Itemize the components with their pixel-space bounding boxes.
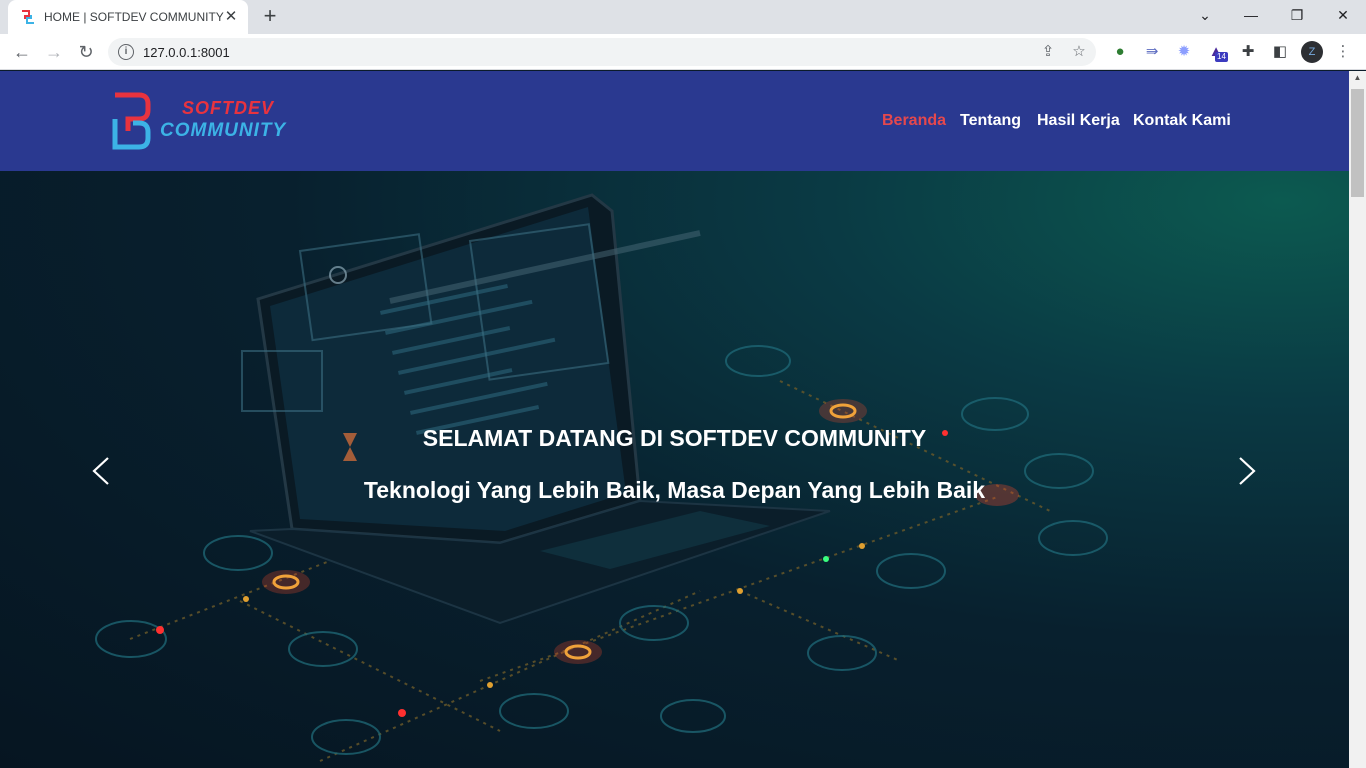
extension-globe-icon[interactable]: ● [1109, 41, 1131, 63]
site-logo[interactable]: SOFTDEV COMMUNITY [112, 92, 322, 152]
tab-title: HOME | SOFTDEV COMMUNITY [44, 10, 224, 24]
site-info-icon[interactable]: i [118, 44, 134, 60]
close-window-icon[interactable]: ✕ [1320, 0, 1366, 30]
extension-gear-icon[interactable]: ✹ [1173, 41, 1195, 63]
extension-cap-icon[interactable]: ▲14 [1205, 41, 1228, 63]
site-header: SOFTDEV COMMUNITY Beranda Tentang Hasil … [0, 71, 1349, 171]
nav-link-hasil-kerja[interactable]: Hasil Kerja [1037, 112, 1120, 130]
menu-kebab-icon[interactable]: ⋮ [1332, 41, 1354, 63]
carousel-prev-chevron-icon[interactable] [86, 454, 116, 488]
page-scrollbar[interactable]: ▲ [1349, 71, 1366, 768]
hero-carousel: SELAMAT DATANG DI SOFTDEV COMMUNITY Tekn… [0, 171, 1349, 768]
new-tab-icon[interactable]: + [258, 5, 282, 29]
extensions-puzzle-icon[interactable]: ✚ [1237, 41, 1259, 63]
logo-mark-icon [112, 92, 151, 150]
forward-icon[interactable]: → [42, 40, 66, 64]
hero-background-illustration [95, 193, 1108, 762]
side-panel-icon[interactable]: ◧ [1269, 41, 1291, 63]
address-bar[interactable]: i 127.0.0.1:8001 ⇪ ☆ [108, 38, 1096, 66]
nav-link-beranda[interactable]: Beranda [882, 112, 946, 130]
browser-toolbar: ← → ↻ i 127.0.0.1:8001 ⇪ ☆ ● ⇛ ✹ ▲14 ✚ ◧… [0, 34, 1366, 70]
bookmark-star-icon[interactable]: ☆ [1068, 41, 1090, 63]
back-icon[interactable]: ← [10, 40, 34, 64]
browser-tab[interactable]: HOME | SOFTDEV COMMUNITY ✕ [8, 0, 248, 34]
carousel-next-chevron-icon[interactable] [1232, 454, 1262, 488]
profile-avatar[interactable]: Z [1301, 41, 1323, 63]
extension-badge: 14 [1215, 52, 1228, 62]
scroll-thumb[interactable] [1351, 89, 1364, 197]
tab-close-icon[interactable]: ✕ [222, 8, 240, 26]
url-text[interactable]: 127.0.0.1:8001 [143, 45, 230, 60]
extension-arrow-icon[interactable]: ⇛ [1141, 41, 1163, 63]
minimize-icon[interactable]: — [1228, 0, 1274, 30]
nav-link-kontak-kami[interactable]: Kontak Kami [1133, 112, 1231, 130]
page-viewport: SOFTDEV COMMUNITY Beranda Tentang Hasil … [0, 71, 1349, 768]
nav-link-tentang[interactable]: Tentang [960, 112, 1021, 130]
hero-title: SELAMAT DATANG DI SOFTDEV COMMUNITY [422, 425, 927, 451]
scroll-up-icon[interactable]: ▲ [1349, 73, 1366, 85]
restore-icon[interactable]: ❐ [1274, 0, 1320, 30]
reload-icon[interactable]: ↻ [74, 40, 98, 64]
share-icon[interactable]: ⇪ [1037, 41, 1059, 63]
tab-search-icon[interactable]: ⌄ [1182, 0, 1228, 30]
browser-tabstrip: HOME | SOFTDEV COMMUNITY ✕ + ⌄ — ❐ ✕ [0, 0, 1366, 34]
site-favicon-icon [22, 10, 34, 24]
logo-text-bottom: COMMUNITY [160, 120, 287, 141]
hero-subtitle: Teknologi Yang Lebih Baik, Masa Depan Ya… [363, 477, 986, 503]
logo-text-top: SOFTDEV [182, 98, 275, 118]
